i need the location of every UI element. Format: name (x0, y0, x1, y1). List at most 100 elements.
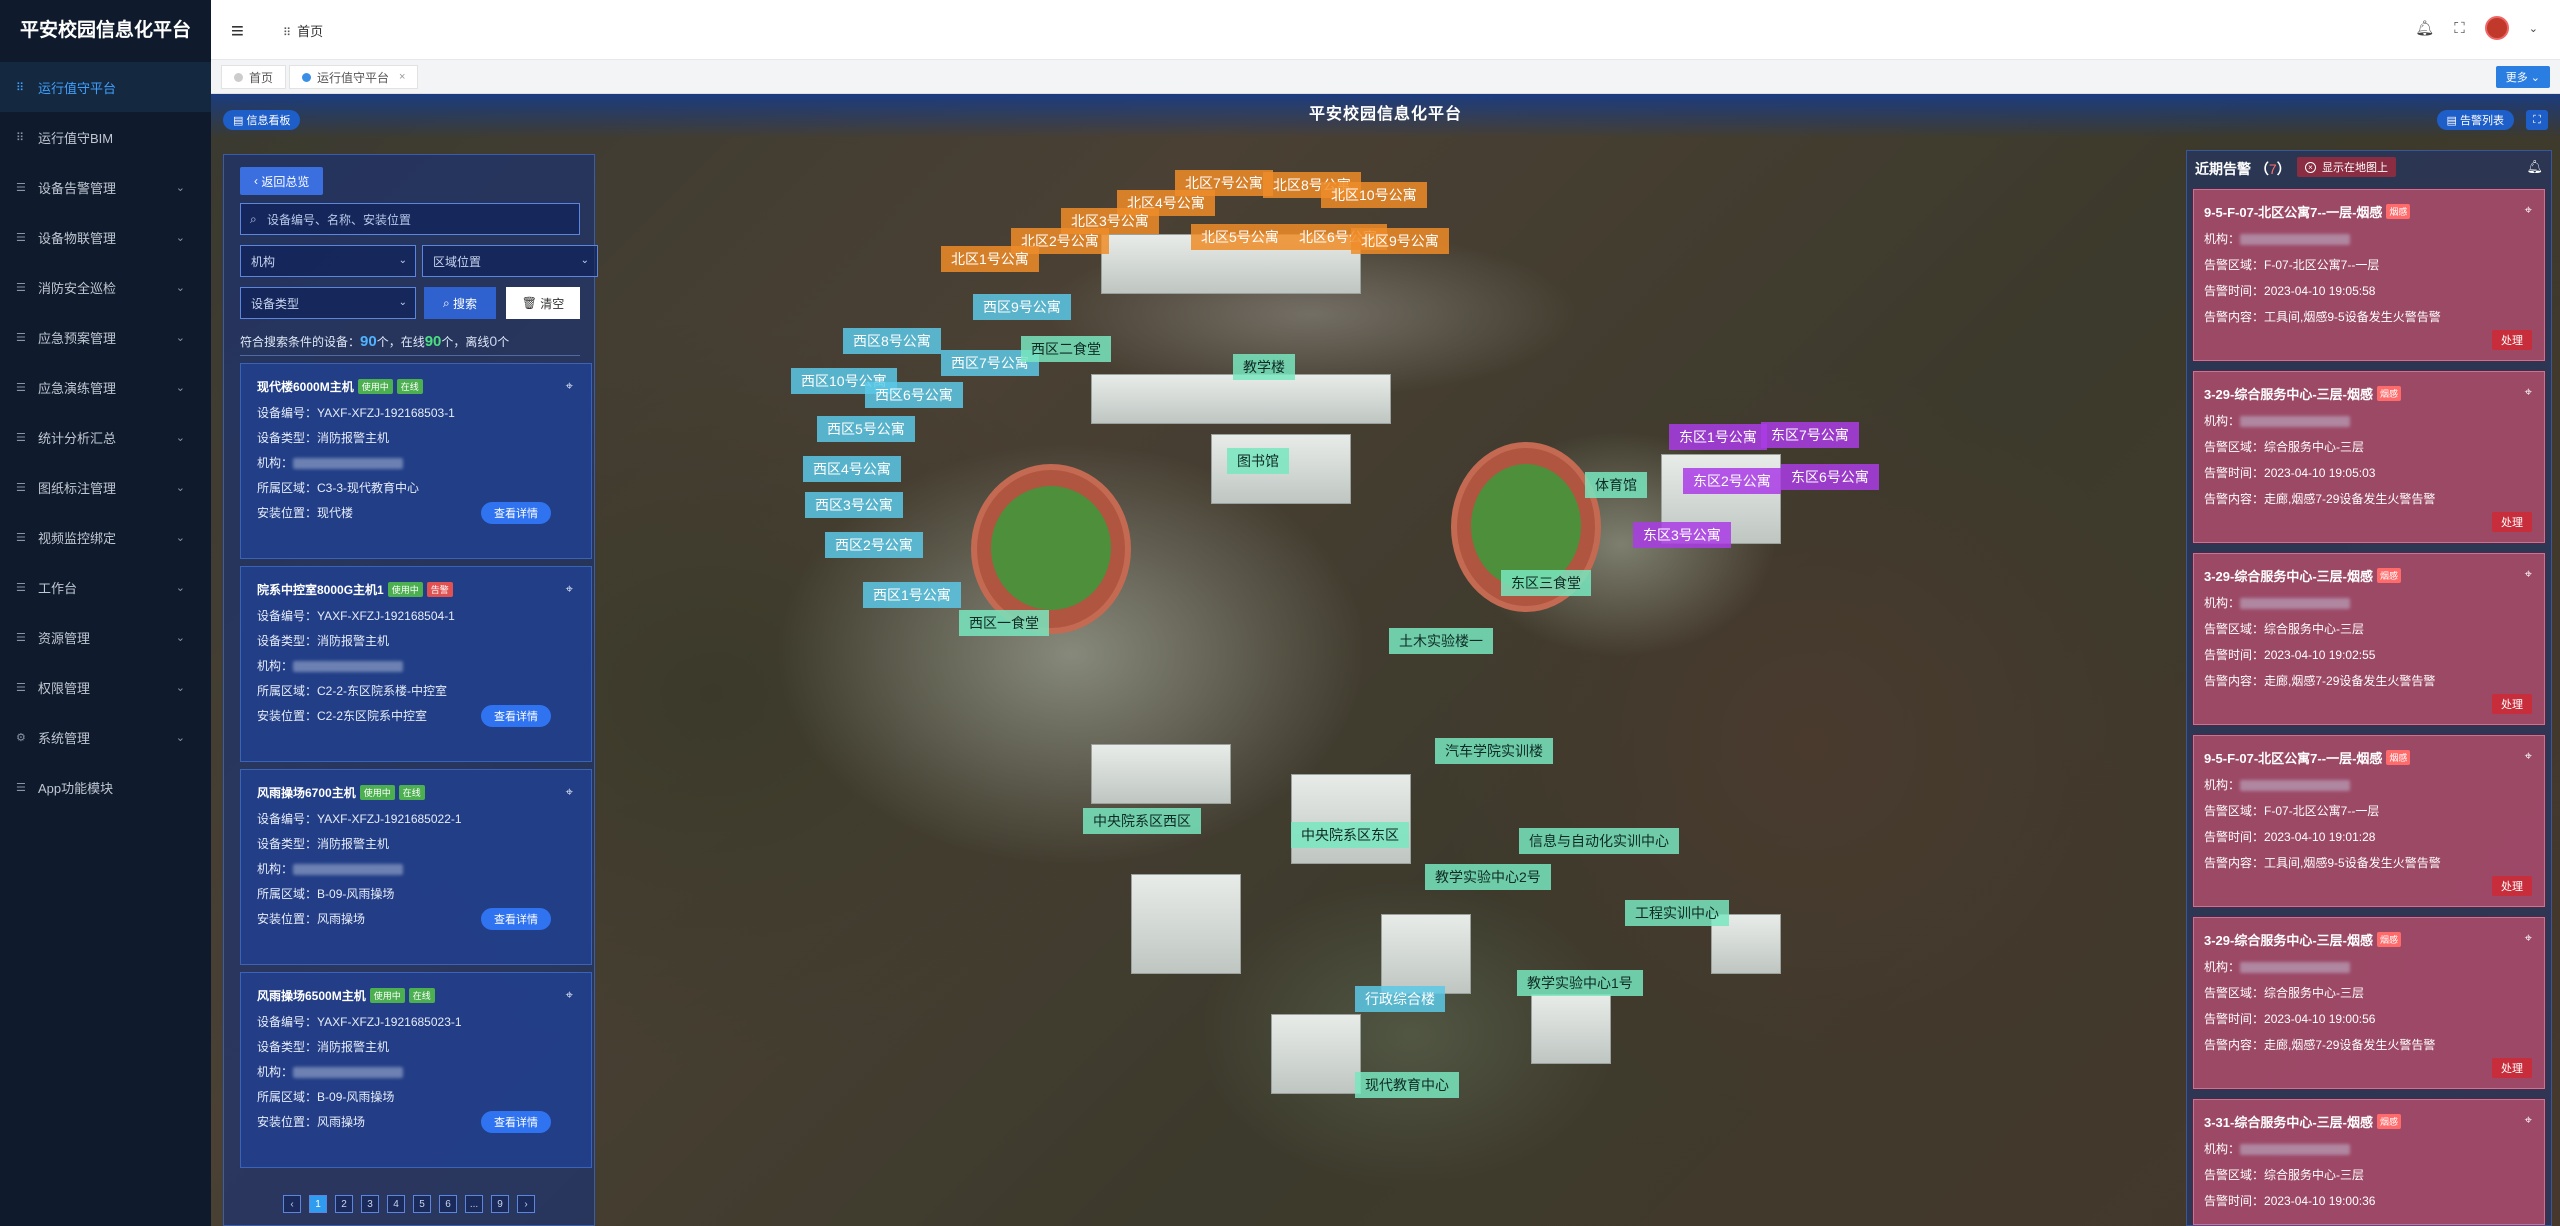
alarm-card[interactable]: 3-29-综合服务中心-三层-烟感 烟感 ⌖ 机构： 告警区域：综合服务中心-三层… (2193, 553, 2545, 725)
map-label-west-dorm[interactable]: 西区4号公寓 (803, 456, 901, 482)
expand-icon[interactable]: ⛶ (2526, 110, 2548, 130)
sidebar-item-video-binding[interactable]: ☰ 视频监控绑定 ⌄ (0, 512, 211, 562)
sidebar-item-duty-platform[interactable]: ⠿ 运行值守平台 (0, 62, 211, 112)
map-label-facility[interactable]: 工程实训中心 (1625, 900, 1729, 926)
sidebar-item-emergency-drill[interactable]: ☰ 应急演练管理 ⌄ (0, 362, 211, 412)
info-board-button[interactable]: ▤ 信息看板 (223, 110, 301, 130)
map-label-north-dorm[interactable]: 北区1号公寓 (941, 246, 1039, 272)
org-select[interactable]: 机构 ⌄ (240, 245, 416, 277)
page-button[interactable]: 1 (309, 1195, 327, 1213)
sidebar-item-system[interactable]: ⚙ 系统管理 ⌄ (0, 712, 211, 762)
device-card[interactable]: 风雨操场6500M主机 使用中 在线 ⌖ 设备编号：YAXF-XFZJ-192168… (240, 972, 592, 1168)
device-card[interactable]: 现代楼6000M主机 使用中 在线 ⌖ 设备编号：YAXF-XFZJ-1921685… (240, 363, 592, 559)
close-icon[interactable]: × (399, 71, 405, 83)
handle-button[interactable]: 处理 (2492, 1058, 2532, 1078)
map-label-east-dorm[interactable]: 东区7号公寓 (1761, 422, 1859, 448)
sidebar-item-workbench[interactable]: ☰ 工作台 ⌄ (0, 562, 211, 612)
tab-home[interactable]: 首页 (221, 65, 287, 89)
view-detail-button[interactable]: 查看详情 (481, 705, 551, 727)
view-detail-button[interactable]: 查看详情 (481, 502, 551, 524)
sidebar-item-emergency-plan[interactable]: ☰ 应急预案管理 ⌄ (0, 312, 211, 362)
location-pin-icon[interactable]: ⌖ (566, 784, 573, 800)
map-label-facility[interactable]: 西区一食堂 (959, 610, 1049, 636)
sidebar-item-duty-bim[interactable]: ⠿ 运行值守BIM (0, 112, 211, 162)
sidebar-item-permissions[interactable]: ☰ 权限管理 ⌄ (0, 662, 211, 712)
alarm-card[interactable]: 3-29-综合服务中心-三层-烟感 烟感 ⌖ 机构： 告警区域：综合服务中心-三层… (2193, 917, 2545, 1089)
handle-button[interactable]: 处理 (2492, 330, 2532, 350)
map-label-facility[interactable]: 信息与自动化实训中心 (1519, 828, 1679, 854)
sidebar-item-statistics[interactable]: ☰ 统计分析汇总 ⌄ (0, 412, 211, 462)
location-pin-icon[interactable]: ⌖ (2525, 384, 2532, 400)
map-label-facility[interactable]: 中央院系区西区 (1083, 808, 1201, 834)
map-label-facility[interactable]: 体育馆 (1585, 472, 1647, 498)
handle-button[interactable]: 处理 (2492, 694, 2532, 714)
map-label-facility[interactable]: 现代教育中心 (1355, 1072, 1459, 1098)
search-button[interactable]: ⌕ 搜索 (424, 287, 496, 319)
area-select[interactable]: 区域位置 ⌄ (422, 245, 598, 277)
chevron-down-icon[interactable]: ⌄ (2529, 22, 2538, 35)
map-label-east-dorm[interactable]: 东区3号公寓 (1633, 522, 1731, 548)
type-select[interactable]: 设备类型 ⌄ (240, 287, 416, 319)
location-pin-icon[interactable]: ⌖ (2525, 1112, 2532, 1128)
bell-icon[interactable]: 🔔︎ (2415, 19, 2434, 37)
tab-duty-platform[interactable]: 运行值守平台 × (289, 65, 419, 89)
location-pin-icon[interactable]: ⌖ (566, 987, 573, 1003)
alarm-card[interactable]: 3-29-综合服务中心-三层-烟感 烟感 ⌖ 机构： 告警区域：综合服务中心-三层… (2193, 371, 2545, 543)
map-label-west-dorm[interactable]: 西区5号公寓 (817, 416, 915, 442)
fullscreen-icon[interactable]: ⛶ (2454, 20, 2465, 37)
map-label-east-dorm[interactable]: 东区6号公寓 (1781, 464, 1879, 490)
map-label-north-dorm[interactable]: 北区10号公寓 (1321, 182, 1427, 208)
bell-icon[interactable]: 🔔︎ (2526, 159, 2543, 175)
map-label-north-dorm[interactable]: 北区9号公寓 (1351, 228, 1449, 254)
map-label-west-dorm[interactable]: 西区2号公寓 (825, 532, 923, 558)
page-button[interactable]: 4 (387, 1195, 405, 1213)
sidebar-item-iot-mgmt[interactable]: ☰ 设备物联管理 ⌄ (0, 212, 211, 262)
page-button[interactable]: 2 (335, 1195, 353, 1213)
map-label-facility[interactable]: 汽车学院实训楼 (1435, 738, 1553, 764)
next-page-button[interactable]: › (517, 1195, 535, 1213)
page-button[interactable]: 6 (439, 1195, 457, 1213)
more-button[interactable]: 更多 ⌄ (2495, 66, 2550, 88)
map-label-facility[interactable]: 土木实验楼一 (1389, 628, 1493, 654)
page-button[interactable]: 9 (491, 1195, 509, 1213)
map-label-west-dorm[interactable]: 西区9号公寓 (973, 294, 1071, 320)
sidebar-item-resources[interactable]: ☰ 资源管理 ⌄ (0, 612, 211, 662)
map-label-west-dorm[interactable]: 西区6号公寓 (865, 382, 963, 408)
map-label-facility[interactable]: 教学楼 (1233, 354, 1295, 380)
map-label-east-dorm[interactable]: 东区1号公寓 (1669, 424, 1767, 450)
page-ellipsis[interactable]: ... (465, 1195, 483, 1213)
prev-page-button[interactable]: ‹ (283, 1195, 301, 1213)
device-card[interactable]: 院系中控室8000G主机1 使用中 告警 ⌖ 设备编号：YAXF-XFZJ-1921… (240, 566, 592, 762)
alarm-card[interactable]: 9-5-F-07-北区公寓7--一层-烟感 烟感 ⌖ 机构： 告警区域：F-07-… (2193, 189, 2545, 361)
menu-toggle-icon[interactable]: ≡ (231, 18, 244, 44)
map-label-north-dorm[interactable]: 北区5号公寓 (1191, 224, 1289, 250)
sidebar-item-fire-patrol[interactable]: ☰ 消防安全巡检 ⌄ (0, 262, 211, 312)
map-label-facility[interactable]: 东区三食堂 (1501, 570, 1591, 596)
map-label-west-dorm[interactable]: 西区3号公寓 (805, 492, 903, 518)
campus-map[interactable]: 平安校园信息化平台 ▤ 信息看板 ▤ 告警列表 ⛶ 北区7号公寓 北区8号公寓 … (211, 94, 2560, 1226)
back-overview-button[interactable]: ‹ 返回总览 (240, 167, 324, 195)
location-pin-icon[interactable]: ⌖ (2525, 566, 2532, 582)
location-pin-icon[interactable]: ⌖ (2525, 202, 2532, 218)
map-label-admin[interactable]: 行政综合楼 (1355, 986, 1445, 1012)
alarm-card[interactable]: 3-31-综合服务中心-三层-烟感 烟感 ⌖ 机构： 告警区域：综合服务中心-三层… (2193, 1099, 2545, 1225)
handle-button[interactable]: 处理 (2492, 876, 2532, 896)
map-label-west-dorm[interactable]: 西区8号公寓 (843, 328, 941, 354)
view-detail-button[interactable]: 查看详情 (481, 908, 551, 930)
page-button[interactable]: 5 (413, 1195, 431, 1213)
location-pin-icon[interactable]: ⌖ (566, 581, 573, 597)
show-on-map-toggle[interactable]: × 显示在地图上 (2297, 157, 2396, 177)
page-button[interactable]: 3 (361, 1195, 379, 1213)
avatar[interactable] (2484, 16, 2509, 40)
map-label-west-dorm[interactable]: 西区1号公寓 (863, 582, 961, 608)
sidebar-item-app-modules[interactable]: ☰ App功能模块 (0, 762, 211, 812)
breadcrumb-home[interactable]: 首页 (297, 24, 323, 39)
location-pin-icon[interactable]: ⌖ (2525, 748, 2532, 764)
handle-button[interactable]: 处理 (2492, 512, 2532, 532)
search-input[interactable]: ⌕ 设备编号、名称、安装位置 (240, 203, 580, 235)
alarm-card[interactable]: 9-5-F-07-北区公寓7--一层-烟感 烟感 ⌖ 机构： 告警区域：F-07-… (2193, 735, 2545, 907)
alarm-list-button[interactable]: ▤ 告警列表 (2436, 110, 2514, 130)
map-label-facility[interactable]: 教学实验中心2号 (1425, 864, 1551, 890)
sidebar-item-drawing-mgmt[interactable]: ☰ 图纸标注管理 ⌄ (0, 462, 211, 512)
sidebar-item-alarm-mgmt[interactable]: ☰ 设备告警管理 ⌄ (0, 162, 211, 212)
